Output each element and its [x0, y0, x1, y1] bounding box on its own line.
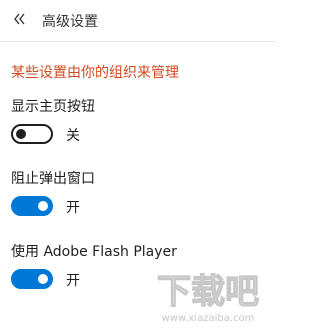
toggle-flash-player[interactable] — [11, 269, 53, 289]
setting-label-flash-player: 使用 Adobe Flash Player — [11, 244, 177, 260]
managed-by-organization-notice: 某些设置由你的组织来管理 — [11, 65, 179, 81]
toggle-block-popups[interactable] — [11, 196, 53, 216]
page-title: 高级设置 — [42, 14, 98, 30]
toggle-home-button[interactable] — [11, 124, 53, 144]
toggle-state-block-popups: 开 — [66, 200, 80, 216]
back-button[interactable] — [9, 8, 31, 30]
watermark-text: 下载吧 — [157, 272, 259, 312]
watermark-logo: 下载吧 www.xiazaiba.com — [156, 271, 259, 324]
setting-label-home-button: 显示主页按钮 — [11, 99, 95, 115]
header-divider — [0, 41, 276, 42]
toggle-knob — [38, 274, 48, 284]
toggle-state-home-button: 关 — [66, 128, 80, 144]
toggle-state-flash-player: 开 — [66, 273, 80, 289]
double-chevron-left-icon — [14, 13, 25, 25]
setting-label-block-popups: 阻止弹出窗口 — [11, 171, 95, 187]
header: 高级设置 — [0, 0, 276, 40]
watermark-subtext: www.xiazaiba.com — [162, 313, 255, 324]
advanced-settings-panel: 高级设置 某些设置由你的组织来管理 显示主页按钮 关 阻止弹出窗口 开 使用 A… — [0, 0, 276, 331]
toggle-knob — [16, 129, 26, 139]
toggle-knob — [38, 201, 48, 211]
